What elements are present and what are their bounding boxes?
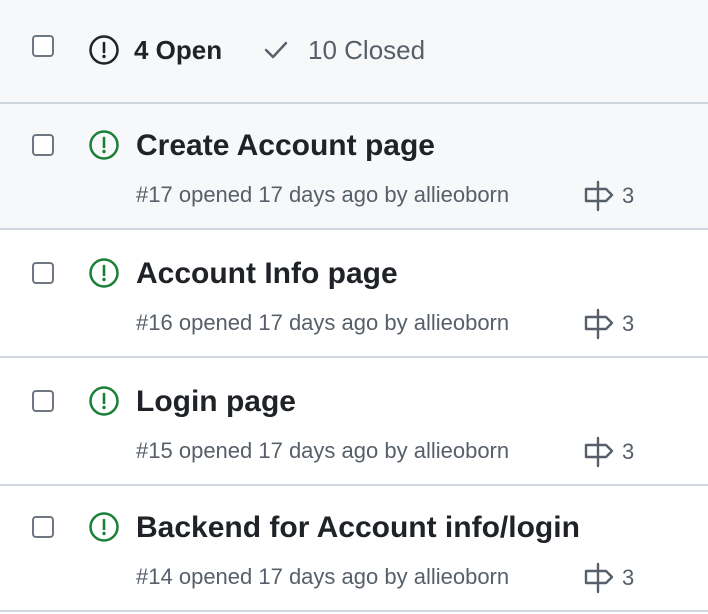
issue-meta: #15 opened 17 days ago by allieoborn: [136, 437, 509, 465]
issue-author-link[interactable]: allieoborn: [414, 182, 509, 207]
closed-count-label: 10 Closed: [308, 34, 426, 65]
issue-title-link[interactable]: Backend for Account info/login: [136, 510, 580, 546]
issue-opened-text: opened 17 days ago by: [178, 310, 408, 335]
issue-checkbox[interactable]: [32, 516, 54, 538]
issue-checkbox[interactable]: [32, 390, 54, 412]
select-all-checkbox[interactable]: [32, 35, 54, 57]
issue-opened-icon: [89, 258, 119, 288]
issue-opened-icon: [89, 512, 119, 542]
issue-title-link[interactable]: Login page: [136, 384, 296, 420]
issue-author-link[interactable]: allieoborn: [414, 564, 509, 589]
issue-row[interactable]: Backend for Account info/login #14 opene…: [0, 486, 708, 612]
issue-opened-text: opened 17 days ago by: [178, 564, 408, 589]
comment-count: 3: [622, 183, 635, 208]
issue-meta: #16 opened 17 days ago by allieoborn: [136, 309, 509, 337]
signpost-icon: [584, 436, 614, 468]
issue-number: #15: [136, 438, 173, 463]
issue-number: #16: [136, 310, 173, 335]
issue-opened-icon: [89, 386, 119, 416]
open-count-label: 4 Open: [134, 34, 223, 65]
issue-opened-text: opened 17 days ago by: [178, 438, 408, 463]
issue-meta: #14 opened 17 days ago by allieoborn: [136, 563, 509, 591]
issue-opened-icon: [89, 35, 119, 65]
check-icon: [264, 41, 288, 59]
signpost-icon: [584, 308, 614, 340]
signpost-icon: [584, 562, 614, 594]
issue-row[interactable]: Create Account page #17 opened 17 days a…: [0, 104, 708, 230]
closed-issues-filter[interactable]: 10 Closed: [262, 33, 425, 67]
comment-count: 3: [622, 439, 635, 464]
issue-author-link[interactable]: allieoborn: [414, 438, 509, 463]
issue-comments-link[interactable]: 3: [582, 179, 634, 213]
issue-opened-icon: [89, 130, 119, 160]
issue-comments-link[interactable]: 3: [582, 435, 634, 469]
issue-comments-link[interactable]: 3: [582, 307, 634, 341]
issue-title-link[interactable]: Create Account page: [136, 128, 435, 164]
signpost-icon: [584, 180, 614, 212]
issues-list-header: 4 Open 10 Closed: [0, 0, 708, 104]
issue-author-link[interactable]: allieoborn: [414, 310, 509, 335]
comment-count: 3: [622, 311, 635, 336]
issue-title-link[interactable]: Account Info page: [136, 256, 398, 292]
issue-comments-link[interactable]: 3: [582, 561, 634, 595]
issue-number: #14: [136, 564, 173, 589]
open-issues-filter[interactable]: 4 Open: [88, 33, 222, 67]
issue-number: #17: [136, 182, 173, 207]
issue-meta: #17 opened 17 days ago by allieoborn: [136, 181, 509, 209]
comment-count: 3: [622, 565, 635, 590]
issue-checkbox[interactable]: [32, 262, 54, 284]
issue-opened-text: opened 17 days ago by: [178, 182, 408, 207]
issue-row[interactable]: Login page #15 opened 17 days ago by all…: [0, 360, 708, 486]
issue-row[interactable]: Account Info page #16 opened 17 days ago…: [0, 232, 708, 358]
issue-checkbox[interactable]: [32, 134, 54, 156]
